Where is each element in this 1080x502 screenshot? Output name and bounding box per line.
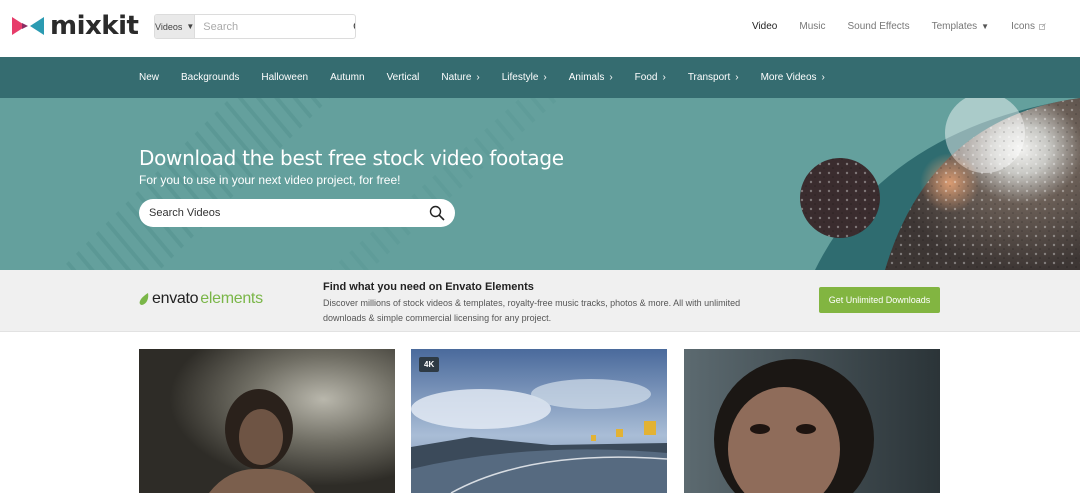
nav-music[interactable]: Music: [799, 21, 825, 32]
category-label: Transport: [687, 72, 731, 83]
search-input[interactable]: [195, 15, 354, 38]
caret-down-icon: ▼: [981, 21, 990, 31]
hero-search: [139, 199, 455, 227]
hero-title: Download the best free stock video foota…: [139, 146, 564, 170]
chevron-right-icon: ›: [662, 72, 666, 83]
chevron-right-icon: ›: [543, 72, 547, 83]
nav-icons-label: Icons: [1011, 20, 1035, 32]
category-transport[interactable]: Transport ›: [688, 72, 739, 83]
external-link-icon: [1039, 22, 1046, 30]
nav-video-label: Video: [751, 20, 778, 32]
envato-promo-title: Find what you need on Envato Elements: [323, 281, 534, 293]
search-icon: [353, 22, 355, 29]
video-thumbnail[interactable]: [684, 349, 940, 493]
top-header: mixkit Videos ▼ Video Music Sound Effect…: [0, 0, 1080, 57]
envato-logo-part2: elements: [200, 290, 263, 307]
chevron-right-icon: ›: [735, 72, 739, 83]
resolution-badge: 4K: [419, 357, 440, 372]
chevron-right-icon: ›: [476, 72, 480, 83]
category-lifestyle[interactable]: Lifestyle ›: [502, 72, 547, 83]
category-food[interactable]: Food ›: [635, 72, 666, 83]
video-thumbnail[interactable]: [139, 349, 395, 493]
category-animals[interactable]: Animals ›: [569, 72, 613, 83]
caret-down-icon: ▼: [186, 22, 195, 31]
category-label: New: [139, 72, 160, 83]
envato-promo-banner: envato elements Find what you need on Env…: [0, 270, 1080, 332]
video-preview-woman-closeup: [684, 349, 940, 493]
category-label: Food: [634, 72, 658, 83]
envato-elements-logo[interactable]: envato elements: [139, 290, 263, 308]
hero-raindrop-artwork: [800, 98, 1080, 270]
get-unlimited-downloads-button[interactable]: Get Unlimited Downloads: [819, 287, 940, 313]
nav-music-label: Music: [799, 20, 826, 32]
category-label: Animals: [568, 72, 605, 83]
chevron-right-icon: ›: [609, 72, 613, 83]
category-autumn[interactable]: Autumn: [330, 72, 364, 83]
envato-leaf-icon: [139, 292, 149, 305]
category-vertical[interactable]: Vertical: [387, 72, 420, 83]
category-label: More Videos: [760, 72, 817, 83]
nav-video[interactable]: Video: [752, 21, 777, 32]
envato-promo-text: Find what you need on Envato Elements Di…: [323, 281, 763, 326]
category-nature[interactable]: Nature ›: [441, 72, 479, 83]
envato-logo-part1: envato: [152, 290, 199, 307]
nav-sound-effects-label: Sound Effects: [847, 20, 910, 32]
brand-name: mixkit: [50, 11, 139, 41]
category-halloween[interactable]: Halloween: [261, 72, 308, 83]
header-search: Videos ▼: [154, 14, 356, 39]
search-button[interactable]: [353, 15, 355, 38]
category-backgrounds[interactable]: Backgrounds: [181, 72, 239, 83]
hero-subtitle: For you to use in your next video projec…: [139, 173, 401, 187]
category-new[interactable]: New: [139, 72, 159, 83]
video-preview-mountain-road: [411, 349, 667, 493]
video-preview-woman-dark-room: [139, 349, 395, 493]
mixkit-logo-mark: [12, 17, 44, 35]
search-type-label: Videos: [155, 21, 183, 32]
envato-promo-description: Discover millions of stock videos & temp…: [323, 298, 741, 323]
hero-search-input[interactable]: [149, 207, 429, 219]
category-more-videos[interactable]: More Videos ›: [761, 72, 825, 83]
search-icon[interactable]: [429, 205, 445, 221]
category-label: Vertical: [386, 72, 420, 83]
top-nav: Video Music Sound Effects Templates ▼ Ico…: [752, 0, 1046, 52]
category-label: Halloween: [261, 72, 309, 83]
video-thumbnail[interactable]: 4K: [411, 349, 667, 493]
nav-templates-label: Templates: [931, 20, 978, 32]
category-label: Lifestyle: [501, 72, 539, 83]
chevron-right-icon: ›: [821, 72, 825, 83]
nav-icons[interactable]: Icons: [1011, 21, 1046, 32]
hero-banner: Download the best free stock video foota…: [0, 98, 1080, 270]
nav-templates[interactable]: Templates ▼: [932, 21, 990, 32]
category-label: Nature: [441, 72, 472, 83]
category-label: Backgrounds: [181, 72, 240, 83]
category-bar: New Backgrounds Halloween Autumn Vertica…: [0, 57, 1080, 98]
nav-sound-effects[interactable]: Sound Effects: [848, 21, 910, 32]
search-type-select[interactable]: Videos ▼: [155, 15, 196, 38]
category-label: Autumn: [330, 72, 365, 83]
mixkit-logo[interactable]: mixkit: [12, 10, 139, 42]
